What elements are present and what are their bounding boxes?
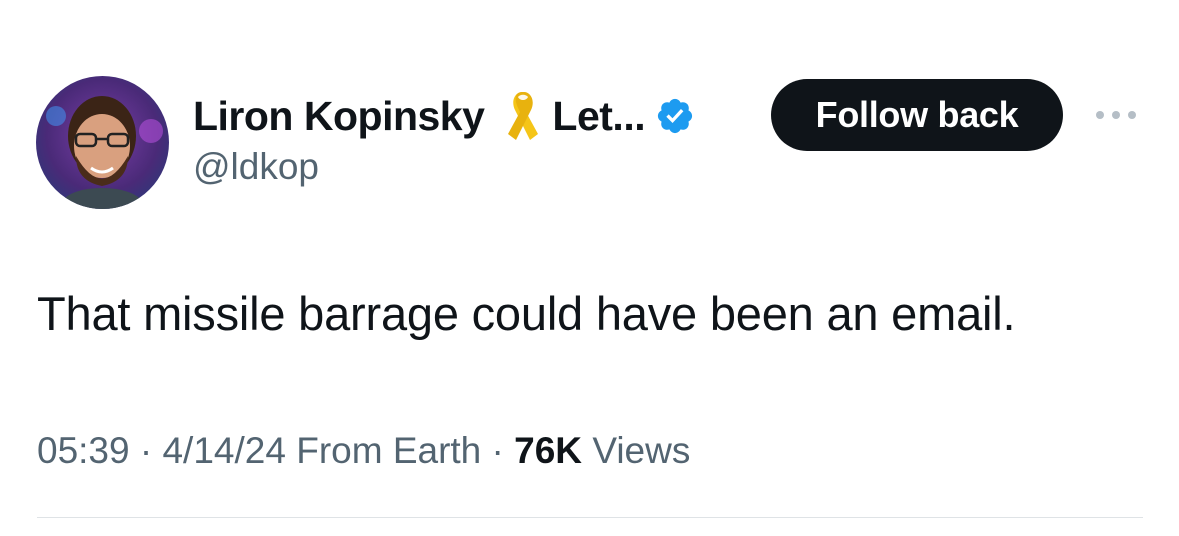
verified-badge-icon[interactable] <box>655 96 695 136</box>
tweet-meta: 05:39 · 4/14/24 From Earth · 76K Views <box>37 430 690 472</box>
tweet-date[interactable]: 4/14/24 <box>162 430 285 471</box>
views-count[interactable]: 76K <box>514 430 582 471</box>
author-handle[interactable]: @ldkop <box>193 146 319 188</box>
avatar[interactable] <box>36 76 169 209</box>
tweet-source: From Earth <box>296 430 482 471</box>
author-display-name[interactable]: Liron Kopinsky <box>193 93 485 140</box>
divider <box>37 517 1143 518</box>
meta-separator: · <box>129 430 163 471</box>
views-label[interactable]: Views <box>592 430 690 471</box>
tweet-text: That missile barrage could have been an … <box>37 287 1016 340</box>
author-name-suffix[interactable]: Let... <box>552 93 645 140</box>
follow-back-button[interactable]: Follow back <box>771 79 1063 151</box>
meta-separator-2: · <box>481 430 515 471</box>
tweet-time[interactable]: 05:39 <box>37 430 130 471</box>
more-dots-icon[interactable] <box>1094 106 1138 124</box>
author-name-row[interactable]: Liron Kopinsky Let... <box>193 90 695 142</box>
yellow-ribbon-icon <box>502 88 544 144</box>
